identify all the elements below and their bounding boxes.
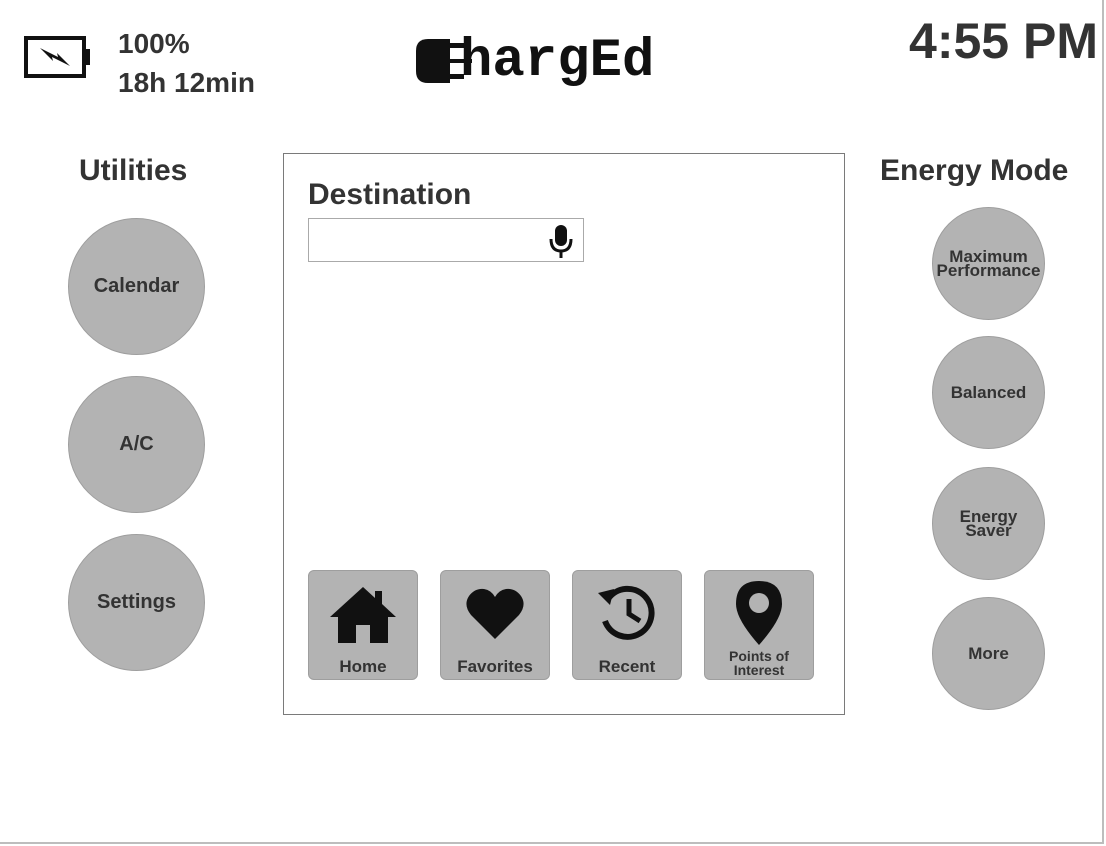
calendar-button[interactable]: Calendar xyxy=(68,218,205,355)
home-shortcut-label: Home xyxy=(339,657,387,676)
energy-saver-button[interactable]: Energy Saver xyxy=(932,467,1045,580)
maximum-performance-label: Maximum Performance xyxy=(936,248,1041,280)
logo-text: hargEd xyxy=(460,30,655,92)
energy-saver-label: Energy Saver xyxy=(960,508,1018,540)
maximum-performance-label-line2: Performance xyxy=(936,260,1041,280)
settings-button[interactable]: Settings xyxy=(68,534,205,671)
ac-button-label: A/C xyxy=(119,433,154,455)
points-of-interest-label-line1: Points of xyxy=(729,648,789,664)
points-of-interest-shortcut-button[interactable]: Points of Interest xyxy=(704,570,814,680)
energy-saver-label-line2: Saver xyxy=(965,520,1012,540)
battery-charging-icon xyxy=(24,36,90,78)
favorites-shortcut-label: Favorites xyxy=(457,657,533,676)
recent-shortcut-button[interactable]: Recent xyxy=(572,570,682,680)
favorites-shortcut-button[interactable]: Favorites xyxy=(440,570,550,680)
balanced-button[interactable]: Balanced xyxy=(932,336,1045,449)
battery-percent: 100% xyxy=(118,28,190,59)
destination-search xyxy=(308,218,584,262)
battery-status: 100% 18h 12min xyxy=(118,24,255,102)
home-shortcut-button[interactable]: Home xyxy=(308,570,418,680)
app-logo: hargEd xyxy=(414,30,655,92)
ac-button[interactable]: A/C xyxy=(68,376,205,513)
more-button[interactable]: More xyxy=(932,597,1045,710)
utilities-title: Utilities xyxy=(79,154,188,187)
more-label: More xyxy=(968,643,1009,663)
recent-shortcut-label: Recent xyxy=(598,657,656,676)
calendar-button-label: Calendar xyxy=(93,275,180,297)
home-icon xyxy=(330,587,396,643)
points-of-interest-shortcut-label: Points of Interest xyxy=(705,649,813,677)
points-of-interest-label-line2: Interest xyxy=(733,662,785,678)
heart-icon xyxy=(466,588,524,639)
map-pin-icon xyxy=(736,581,782,645)
settings-button-label: Settings xyxy=(97,591,176,613)
clock: 4:55 PM xyxy=(909,13,1098,69)
destination-title: Destination xyxy=(308,178,472,211)
energy-mode-title: Energy Mode xyxy=(880,154,1069,187)
battery-time-remaining: 18h 12min xyxy=(118,67,255,98)
balanced-label: Balanced xyxy=(950,382,1027,402)
destination-input[interactable] xyxy=(309,219,539,261)
destination-panel: Destination Home Favorites Recent Points… xyxy=(283,153,845,715)
microphone-icon[interactable] xyxy=(547,223,575,259)
history-icon xyxy=(598,585,655,640)
maximum-performance-button[interactable]: Maximum Performance xyxy=(932,207,1045,320)
